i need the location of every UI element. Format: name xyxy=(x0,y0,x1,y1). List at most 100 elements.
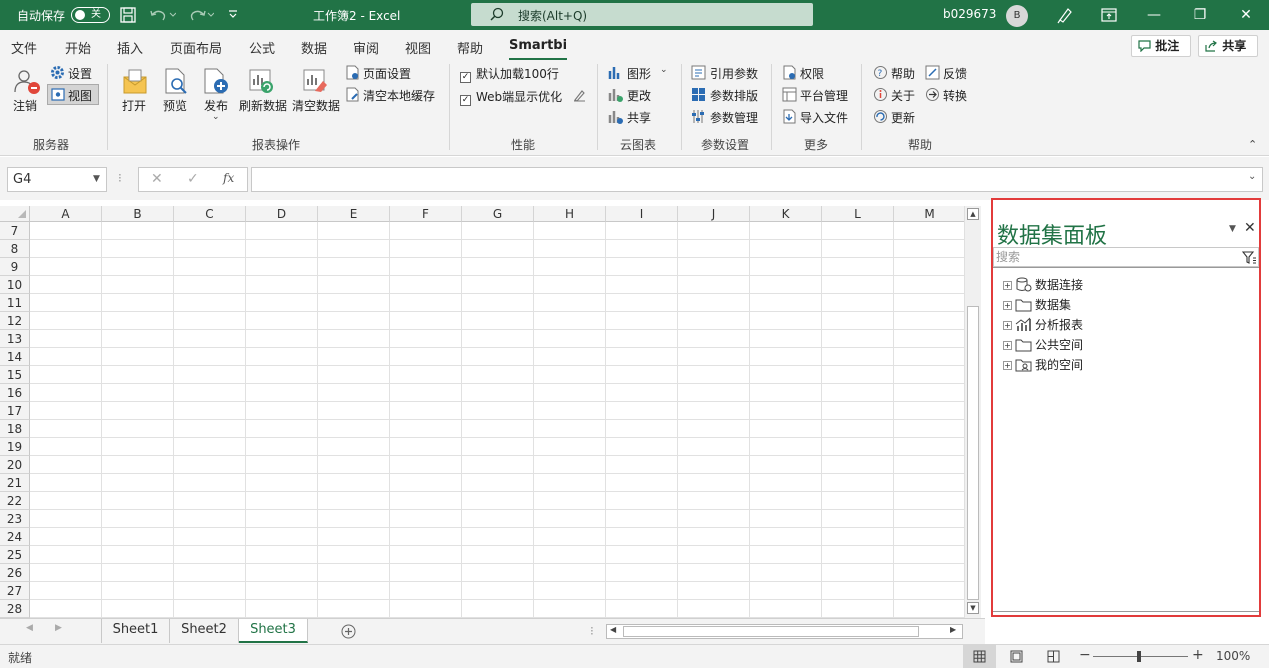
ref-param-button[interactable]: 引用参数 xyxy=(710,65,758,82)
vertical-scroll-thumb[interactable] xyxy=(967,306,979,600)
prev-sheet-icon[interactable]: ◀ xyxy=(26,623,33,633)
customize-qat-icon[interactable] xyxy=(228,9,238,19)
clear-cache-button[interactable]: 清空本地缓存 xyxy=(363,87,435,104)
row-header[interactable]: 19 xyxy=(0,438,30,456)
tree-item-data-connection[interactable]: + 数据连接 xyxy=(1003,276,1083,293)
avatar[interactable]: B xyxy=(1006,5,1028,27)
sheet-tab-1[interactable]: Sheet1 xyxy=(102,619,170,643)
logout-icon[interactable] xyxy=(13,68,41,96)
tree-item-my-space[interactable]: + 我的空间 xyxy=(1003,356,1083,373)
column-header[interactable]: F xyxy=(390,206,462,222)
panel-search-input[interactable]: 搜索 xyxy=(993,247,1259,267)
settings-button[interactable]: 设置 xyxy=(68,65,92,82)
clear-data-label[interactable]: 清空数据 xyxy=(292,97,340,114)
column-header[interactable]: C xyxy=(174,206,246,222)
horizontal-scrollbar[interactable]: ◀ ▶ xyxy=(606,624,963,639)
chart-share-button[interactable]: 共享 xyxy=(627,109,651,126)
edit-icon[interactable] xyxy=(573,89,586,102)
zoom-in-button[interactable]: + xyxy=(1192,647,1204,663)
insert-function-button[interactable]: fx xyxy=(223,171,234,185)
pen-icon[interactable] xyxy=(1056,6,1074,24)
expand-icon[interactable]: + xyxy=(1003,281,1012,290)
row-header[interactable]: 26 xyxy=(0,564,30,582)
preview-label[interactable]: 预览 xyxy=(163,97,187,114)
row-header[interactable]: 17 xyxy=(0,402,30,420)
preview-icon[interactable] xyxy=(162,67,190,95)
sheet-tab-2[interactable]: Sheet2 xyxy=(170,619,239,643)
expand-icon[interactable]: + xyxy=(1003,341,1012,350)
tab-home[interactable]: 开始 xyxy=(65,38,91,57)
expand-formula-icon[interactable]: ⌄ xyxy=(1248,171,1256,182)
spreadsheet-grid[interactable]: ABCDEFGHIJKLM 7 8 9 10 11 12 13 14 15 16 17 18 19 20 2… xyxy=(0,206,964,618)
row-header[interactable]: 21 xyxy=(0,474,30,492)
zoom-out-button[interactable]: − xyxy=(1079,647,1091,663)
feedback-button[interactable]: 反馈 xyxy=(943,65,967,82)
about-button[interactable]: 关于 xyxy=(891,87,915,104)
tab-smartbi[interactable]: Smartbi xyxy=(509,38,568,61)
row-header[interactable]: 13 xyxy=(0,330,30,348)
row-header[interactable]: 14 xyxy=(0,348,30,366)
column-header[interactable]: H xyxy=(534,206,606,222)
select-all-corner[interactable] xyxy=(0,206,30,222)
tab-review[interactable]: 审阅 xyxy=(353,38,379,57)
autosave-toggle[interactable]: 关 xyxy=(71,7,110,23)
page-setup-button[interactable]: 页面设置 xyxy=(363,65,411,82)
column-header[interactable]: D xyxy=(246,206,318,222)
view-button[interactable]: 视图 xyxy=(47,84,99,105)
logout-label[interactable]: 注销 xyxy=(13,97,37,114)
tab-page-layout[interactable]: 页面布局 xyxy=(170,38,222,57)
normal-view-button[interactable] xyxy=(963,645,996,668)
add-sheet-icon[interactable] xyxy=(341,624,356,639)
param-manage-button[interactable]: 参数管理 xyxy=(710,109,758,126)
tab-data[interactable]: 数据 xyxy=(301,38,327,57)
ribbon-display-icon[interactable] xyxy=(1101,8,1117,22)
search-box[interactable]: 搜索(Alt+Q) xyxy=(471,3,813,26)
column-header[interactable]: M xyxy=(894,206,964,222)
import-file-button[interactable]: 导入文件 xyxy=(800,109,848,126)
filter-icon[interactable] xyxy=(1242,251,1257,264)
tab-formulas[interactable]: 公式 xyxy=(249,38,275,57)
page-break-view-icon[interactable] xyxy=(1047,650,1060,663)
tree-item-public-space[interactable]: + 公共空间 xyxy=(1003,336,1083,353)
close-button[interactable]: ✕ xyxy=(1223,0,1269,30)
enter-icon[interactable]: ✓ xyxy=(187,171,199,187)
row-header[interactable]: 12 xyxy=(0,312,30,330)
row-header[interactable]: 23 xyxy=(0,510,30,528)
row-header[interactable]: 22 xyxy=(0,492,30,510)
cancel-icon[interactable]: ✕ xyxy=(151,171,163,187)
publish-dropdown-icon[interactable]: ⌄ xyxy=(212,112,220,122)
chart-button[interactable]: 图形 xyxy=(627,65,651,82)
row-header[interactable]: 18 xyxy=(0,420,30,438)
tab-file[interactable]: 文件 xyxy=(11,38,37,57)
scroll-down-arrow[interactable]: ▼ xyxy=(967,602,979,614)
open-label[interactable]: 打开 xyxy=(122,97,146,114)
row-header[interactable]: 8 xyxy=(0,240,30,258)
row-header[interactable]: 27 xyxy=(0,582,30,600)
comments-button[interactable]: 批注 xyxy=(1131,35,1191,57)
chart-dropdown-icon[interactable]: ⌄ xyxy=(660,65,668,75)
panel-menu-icon[interactable]: ▼ xyxy=(1229,224,1236,234)
panel-close-icon[interactable]: ✕ xyxy=(1244,220,1256,236)
row-header[interactable]: 7 xyxy=(0,222,30,240)
expand-icon[interactable]: + xyxy=(1003,321,1012,330)
open-icon[interactable] xyxy=(121,67,149,95)
update-button[interactable]: 更新 xyxy=(891,109,915,126)
tab-help[interactable]: 帮助 xyxy=(457,38,483,57)
collapse-ribbon-icon[interactable]: ⌃ xyxy=(1248,138,1257,151)
column-header[interactable]: J xyxy=(678,206,750,222)
column-header[interactable]: G xyxy=(462,206,534,222)
tab-insert[interactable]: 插入 xyxy=(117,38,143,57)
user-name[interactable]: b029673 xyxy=(943,7,996,21)
column-header[interactable]: K xyxy=(750,206,822,222)
expand-icon[interactable]: + xyxy=(1003,301,1012,310)
publish-icon[interactable] xyxy=(202,67,230,95)
column-header[interactable]: B xyxy=(102,206,174,222)
restore-button[interactable]: ❐ xyxy=(1177,0,1223,30)
row-header[interactable]: 24 xyxy=(0,528,30,546)
refresh-data-label[interactable]: 刷新数据 xyxy=(239,97,287,114)
row-header[interactable]: 15 xyxy=(0,366,30,384)
tree-item-dataset[interactable]: + 数据集 xyxy=(1003,296,1071,313)
convert-button[interactable]: 转换 xyxy=(943,87,967,104)
minimize-button[interactable]: — xyxy=(1131,0,1177,30)
name-box[interactable]: G4 ▼ xyxy=(7,167,107,192)
